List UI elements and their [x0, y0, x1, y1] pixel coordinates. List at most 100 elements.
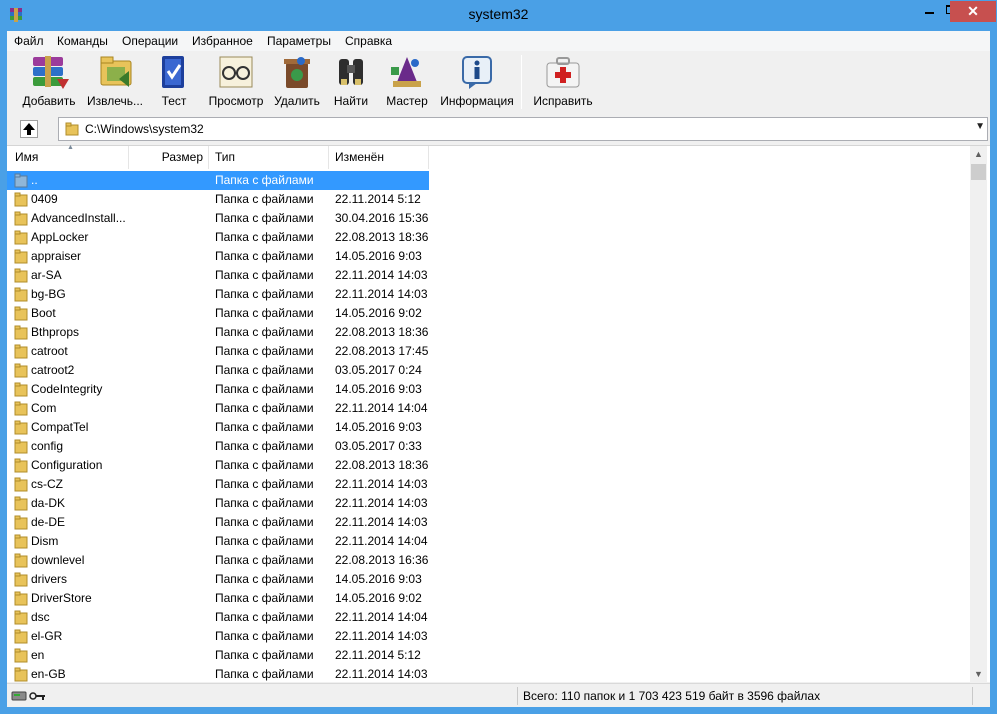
table-row[interactable]: CompatTel Папка с файлами 14.05.2016 9:03 [7, 418, 429, 437]
table-row[interactable]: Boot Папка с файлами 14.05.2016 9:02 [7, 304, 429, 323]
column-name-label: Имя [15, 150, 39, 164]
table-row[interactable]: Com Папка с файлами 22.11.2014 14:04 [7, 399, 429, 418]
test-button[interactable]: Тест [152, 53, 196, 113]
table-row[interactable]: appraiser Папка с файлами 14.05.2016 9:03 [7, 247, 429, 266]
file-name: bg-BG [31, 287, 66, 301]
menu-file[interactable]: Файл [14, 34, 44, 48]
chevron-down-icon[interactable]: ▼ [975, 121, 985, 132]
file-modified: 03.05.2017 0:24 [335, 363, 422, 377]
table-row[interactable]: drivers Папка с файлами 14.05.2016 9:03 [7, 570, 429, 589]
drive-key-icon[interactable] [11, 689, 47, 703]
file-type: Папка с файлами [215, 230, 314, 244]
column-name[interactable]: Имя ▲ [7, 144, 129, 169]
file-name: catroot2 [31, 363, 75, 377]
file-type: Папка с файлами [215, 268, 314, 282]
menu-options[interactable]: Параметры [267, 34, 331, 48]
menu-operations[interactable]: Операции [122, 34, 178, 48]
table-row[interactable]: catroot2 Папка с файлами 03.05.2017 0:24 [7, 361, 429, 380]
folder-icon [14, 401, 28, 416]
table-row[interactable]: downlevel Папка с файлами 22.08.2013 16:36 [7, 551, 429, 570]
table-row[interactable]: dsc Папка с файлами 22.11.2014 14:04 [7, 608, 429, 627]
test-label: Тест [161, 94, 187, 108]
file-type: Папка с файлами [215, 591, 314, 605]
info-button[interactable]: Информация [438, 53, 516, 113]
minimize-button[interactable] [925, 12, 934, 14]
folder-icon [14, 629, 28, 644]
client-area: Файл Команды Операции Избранное Параметр… [7, 31, 990, 707]
table-row[interactable]: cs-CZ Папка с файлами 22.11.2014 14:03 [7, 475, 429, 494]
table-row[interactable]: Bthprops Папка с файлами 22.08.2013 18:36 [7, 323, 429, 342]
status-divider-end [972, 687, 973, 705]
scroll-up-icon[interactable]: ▲ [970, 146, 987, 163]
repair-button[interactable]: Исправить [531, 53, 595, 113]
folder-icon [14, 211, 28, 226]
table-row[interactable]: el-GR Папка с файлами 22.11.2014 14:03 [7, 627, 429, 646]
table-row[interactable]: Dism Папка с файлами 22.11.2014 14:04 [7, 532, 429, 551]
books-add-icon [33, 56, 69, 89]
table-row[interactable]: da-DK Папка с файлами 22.11.2014 14:03 [7, 494, 429, 513]
book-test-icon [162, 56, 184, 88]
table-row[interactable]: .. Папка с файлами [7, 171, 429, 190]
address-field[interactable]: C:\Windows\system32 ▼ [58, 117, 988, 141]
file-modified: 14.05.2016 9:03 [335, 249, 422, 263]
folder-icon [14, 667, 28, 682]
file-modified: 22.08.2013 16:36 [335, 553, 429, 567]
column-size[interactable]: Размер [129, 146, 209, 169]
folder-icon [14, 572, 28, 587]
folder-icon [14, 496, 28, 511]
menu-help[interactable]: Справка [345, 34, 392, 48]
file-name: CodeIntegrity [31, 382, 103, 396]
view-button[interactable]: Просмотр [206, 53, 266, 113]
address-bar: C:\Windows\system32 ▼ [7, 115, 990, 143]
table-row[interactable]: CodeIntegrity Папка с файлами 14.05.2016 9… [7, 380, 429, 399]
file-type: Папка с файлами [215, 192, 314, 206]
table-row[interactable]: Configuration Папка с файлами 22.08.2013 1… [7, 456, 429, 475]
folder-icon [14, 534, 28, 549]
folder-icon [14, 325, 28, 340]
menu-commands[interactable]: Команды [57, 34, 108, 48]
vertical-scrollbar[interactable]: ▲ ▼ [970, 146, 987, 683]
file-name: Boot [31, 306, 56, 320]
table-row[interactable]: bg-BG Папка с файлами 22.11.2014 14:03 [7, 285, 429, 304]
file-name: drivers [31, 572, 68, 586]
file-modified: 22.11.2014 14:04 [335, 534, 428, 548]
up-folder-button[interactable] [20, 120, 38, 138]
title-bar[interactable]: system32 ✕ [0, 0, 997, 31]
column-modified[interactable]: Изменён [329, 146, 429, 169]
close-icon: ✕ [967, 3, 979, 19]
info-label: Информация [440, 94, 514, 108]
file-name: AdvancedInstall... [31, 211, 126, 225]
table-row[interactable]: DriverStore Папка с файлами 14.05.2016 9:0… [7, 589, 429, 608]
folder-icon [14, 515, 28, 530]
table-row[interactable]: AdvancedInstall... Папка с файлами 30.04.2… [7, 209, 429, 228]
file-type: Папка с файлами [215, 325, 314, 339]
table-row[interactable]: AppLocker Папка с файлами 22.08.2013 18:36 [7, 228, 429, 247]
wizard-button[interactable]: Мастер [382, 53, 432, 113]
delete-button[interactable]: Удалить [272, 53, 322, 113]
file-name: en [31, 648, 45, 662]
file-modified: 22.11.2014 14:03 [335, 287, 428, 301]
find-button[interactable]: Найти [329, 53, 373, 113]
scroll-thumb[interactable] [971, 164, 986, 180]
table-row[interactable]: 0409 Папка с файлами 22.11.2014 5:12 [7, 190, 429, 209]
file-modified: 22.11.2014 14:04 [335, 401, 428, 415]
folder-icon [14, 344, 28, 359]
file-type: Папка с файлами [215, 344, 314, 358]
file-name: de-DE [31, 515, 66, 529]
table-row[interactable]: config Папка с файлами 03.05.2017 0:33 [7, 437, 429, 456]
folder-icon [14, 420, 28, 435]
status-bar: Всего: 110 папок и 1 703 423 519 байт в … [7, 683, 990, 707]
table-row[interactable]: ar-SA Папка с файлами 22.11.2014 14:03 [7, 266, 429, 285]
table-row[interactable]: catroot Папка с файлами 22.08.2013 17:45 [7, 342, 429, 361]
menu-favorites[interactable]: Избранное [192, 34, 253, 48]
binoculars-find-icon [339, 59, 363, 85]
file-name: Com [31, 401, 57, 415]
table-row[interactable]: en-GB Папка с файлами 22.11.2014 14:03 [7, 665, 429, 684]
add-button[interactable]: Добавить [18, 53, 80, 113]
table-row[interactable]: de-DE Папка с файлами 22.11.2014 14:03 [7, 513, 429, 532]
scroll-down-icon[interactable]: ▼ [970, 666, 987, 683]
extract-button[interactable]: Извлечь... [84, 53, 146, 113]
column-type[interactable]: Тип [209, 146, 329, 169]
view-label: Просмотр [208, 94, 264, 108]
table-row[interactable]: en Папка с файлами 22.11.2014 5:12 [7, 646, 429, 665]
